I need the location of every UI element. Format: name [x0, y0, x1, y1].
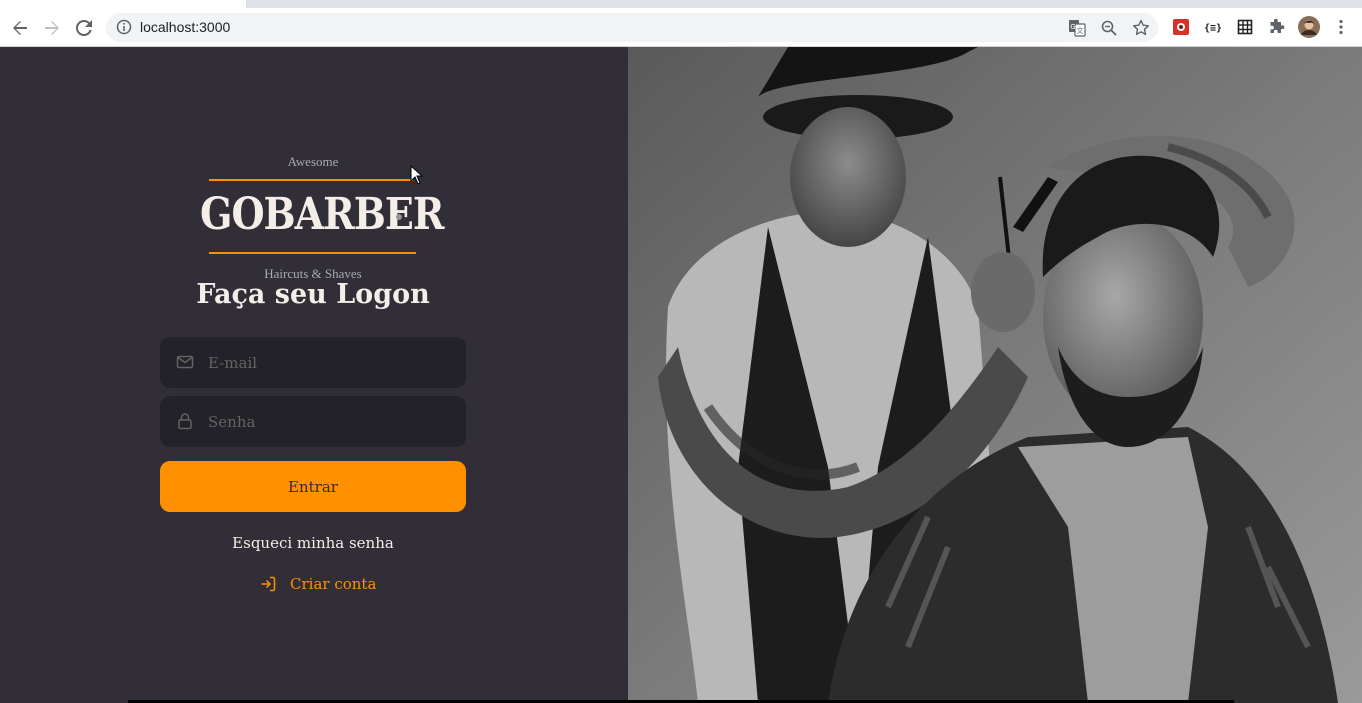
address-bar[interactable]: localhost:3000 文G [106, 13, 1158, 42]
json-extension-icon[interactable]: {≡} [1202, 16, 1224, 38]
gobarber-logo: Awesome GOBARBER Haircuts & Shaves [200, 151, 444, 281]
zoom-out-icon[interactable] [1100, 19, 1118, 37]
page-title: Faça seu Logon [196, 279, 430, 310]
logo-brand: GOBARBER [200, 187, 444, 240]
logo-awesome-text: Awesome [287, 154, 339, 169]
svg-text:G: G [1070, 23, 1075, 31]
grid-extension-icon[interactable] [1234, 16, 1256, 38]
logo-top-line [209, 179, 413, 181]
password-input[interactable] [208, 396, 448, 447]
puzzle-extensions-icon[interactable] [1266, 16, 1288, 38]
reload-icon [76, 20, 92, 36]
url-text[interactable]: localhost:3000 [140, 19, 230, 35]
reload-button[interactable] [70, 14, 98, 42]
page: Awesome GOBARBER Haircuts & Shaves Faça … [0, 47, 1362, 703]
svg-text:{≡}: {≡} [1204, 23, 1222, 34]
logo-dot-right [396, 214, 402, 220]
email-input[interactable] [208, 337, 448, 388]
menu-kebab-icon[interactable] [1330, 16, 1352, 38]
create-account-link[interactable]: Criar conta [260, 575, 376, 593]
translate-icon[interactable]: 文G [1068, 19, 1086, 37]
tab-strip [0, 0, 1362, 8]
svg-text:文: 文 [1077, 26, 1084, 35]
barber-background-image [628, 47, 1362, 703]
browser-toolbar: localhost:3000 文G {≡} [0, 8, 1362, 47]
email-field[interactable] [160, 337, 466, 388]
arrow-left-icon [13, 21, 27, 35]
submit-button[interactable]: Entrar [160, 461, 466, 512]
mouse-cursor-icon [410, 165, 424, 185]
active-tab[interactable] [0, 0, 246, 8]
info-icon[interactable] [116, 19, 132, 35]
password-field[interactable] [160, 396, 466, 447]
extension-red-icon[interactable] [1170, 16, 1192, 38]
create-account-label[interactable]: Criar conta [290, 575, 376, 593]
mail-icon [176, 355, 194, 369]
forward-button[interactable] [38, 14, 66, 42]
logo-bottom-line [209, 252, 416, 254]
log-in-icon [261, 576, 276, 592]
bookmark-star-icon[interactable] [1132, 19, 1150, 37]
login-panel: Awesome GOBARBER Haircuts & Shaves Faça … [0, 47, 628, 703]
arrow-right-icon [45, 21, 59, 35]
avatar[interactable] [1298, 16, 1320, 38]
lock-icon [178, 413, 192, 430]
forgot-password-link[interactable]: Esqueci minha senha [160, 534, 466, 552]
back-button[interactable] [6, 14, 34, 42]
